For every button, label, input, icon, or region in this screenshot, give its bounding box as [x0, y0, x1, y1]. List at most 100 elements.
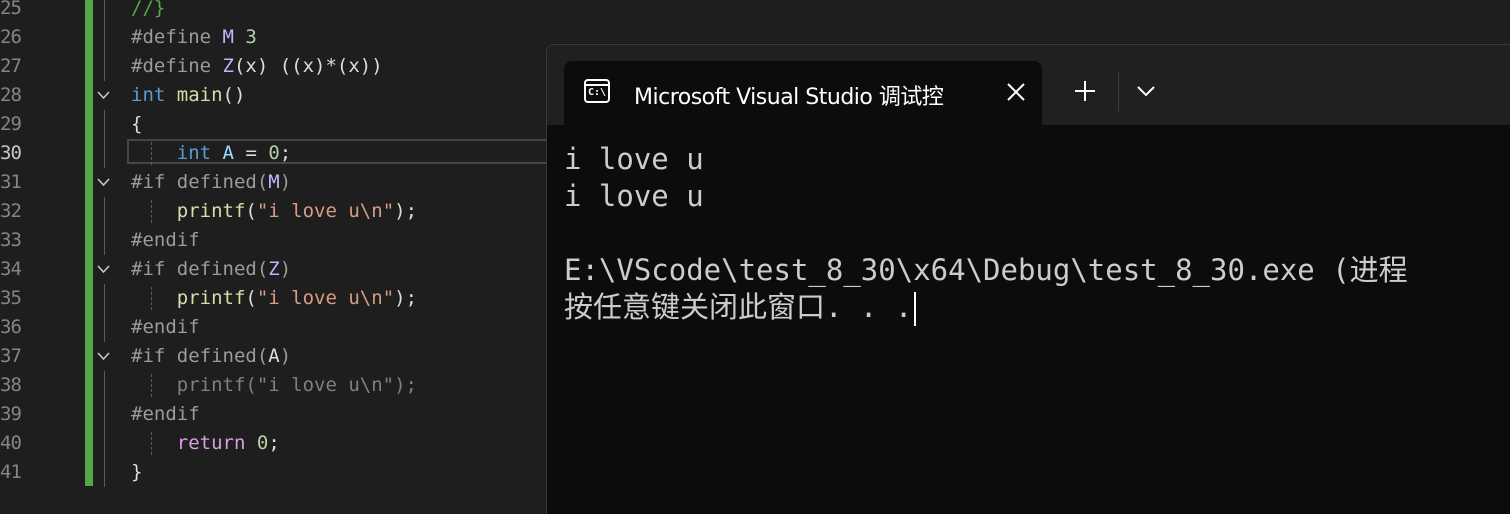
line-number: 40	[0, 432, 22, 454]
code-token: 0	[256, 432, 269, 454]
code-line[interactable]: 35 printf("i love u\n");	[0, 284, 560, 313]
close-icon[interactable]	[1005, 81, 1027, 103]
code-token: );	[394, 200, 418, 222]
line-number: 41	[0, 461, 22, 483]
tab-separator	[1118, 71, 1119, 111]
code-token: #if defined(	[131, 258, 269, 280]
chevron-down-icon[interactable]	[97, 176, 110, 189]
code-token: #endif	[131, 229, 200, 251]
terminal-window[interactable]: C:\ Microsoft Visual Studio 调试控 i love u…	[546, 44, 1510, 514]
plus-icon[interactable]	[1073, 79, 1097, 103]
code-token: //}	[131, 0, 166, 19]
terminal-tab[interactable]: C:\ Microsoft Visual Studio 调试控	[564, 61, 1042, 125]
terminal-output-line	[564, 215, 1408, 252]
line-number: 27	[0, 55, 22, 77]
line-number: 28	[0, 84, 22, 106]
code-line[interactable]: 32 printf("i love u\n");	[0, 197, 560, 226]
chevron-down-icon[interactable]	[97, 89, 110, 102]
terminal-output-line: 按任意键关闭此窗口. . .	[564, 289, 1408, 326]
code-token: "i love u\n"	[256, 287, 395, 309]
line-number: 36	[0, 316, 22, 338]
chevron-down-icon[interactable]	[97, 350, 110, 363]
code-token: int	[176, 142, 212, 164]
code-token: main	[176, 84, 223, 106]
code-token: #define	[131, 26, 223, 48]
terminal-tab-bar: C:\ Microsoft Visual Studio 调试控	[547, 45, 1510, 125]
code-line[interactable]: 31 #if defined(M)	[0, 168, 560, 197]
terminal-output[interactable]: i love ui love u E:\VScode\test_8_30\x64…	[564, 141, 1408, 326]
code-text[interactable]: return 0;	[131, 429, 280, 458]
code-text[interactable]: int A = 0;	[131, 139, 291, 168]
code-text[interactable]: #define Z(x) ((x)*(x))	[131, 52, 383, 81]
code-line[interactable]: 40 return 0;	[0, 429, 560, 458]
code-text[interactable]: #endif	[131, 400, 200, 429]
code-token: ;	[268, 432, 280, 454]
code-text[interactable]: printf("i love u\n");	[131, 197, 417, 226]
code-line[interactable]: 33 #endif	[0, 226, 560, 255]
code-token: =	[234, 142, 269, 164]
code-token: "i love u\n"	[256, 200, 395, 222]
fold-guide	[104, 52, 105, 81]
fold-guide	[104, 0, 105, 23]
code-text[interactable]: //}	[131, 0, 165, 23]
line-number: 39	[0, 403, 22, 425]
code-line[interactable]: 37 #if defined(A)	[0, 342, 560, 371]
fold-guide	[104, 23, 105, 52]
line-number: 37	[0, 345, 22, 367]
code-line[interactable]: 29 {	[0, 110, 560, 139]
indent-guide	[151, 374, 152, 397]
code-token: Z	[268, 258, 280, 280]
code-token: }	[131, 461, 143, 483]
code-text[interactable]: #if defined(A)	[131, 342, 291, 371]
line-number: 30	[0, 142, 22, 164]
code-text[interactable]: #endif	[131, 226, 200, 255]
line-number: 38	[0, 374, 22, 396]
fold-guide	[104, 371, 105, 400]
fold-guide	[104, 400, 105, 429]
code-text[interactable]: printf("i love u\n");	[131, 371, 417, 400]
line-number: 26	[0, 26, 22, 48]
code-token: A	[222, 142, 234, 164]
code-line[interactable]: 39 #endif	[0, 400, 560, 429]
code-line[interactable]: 25 //}	[0, 0, 560, 23]
code-text[interactable]: }	[131, 458, 142, 487]
code-line[interactable]: 26 #define M 3	[0, 23, 560, 52]
line-number: 34	[0, 258, 22, 280]
code-text[interactable]: int main()	[131, 81, 245, 110]
code-text[interactable]: #if defined(Z)	[131, 255, 291, 284]
code-token: (	[245, 287, 257, 309]
code-text[interactable]: #if defined(M)	[131, 168, 291, 197]
terminal-tab-title: Microsoft Visual Studio 调试控	[634, 85, 944, 110]
code-line[interactable]: 34 #if defined(Z)	[0, 255, 560, 284]
chevron-down-icon[interactable]	[1135, 83, 1157, 99]
code-line[interactable]: 30 int A = 0;	[0, 139, 560, 168]
code-line[interactable]: 28 int main()	[0, 81, 560, 110]
fold-guide	[104, 284, 105, 313]
fold-guide	[104, 110, 105, 139]
code-token: #define	[131, 55, 223, 77]
code-line[interactable]: 27 #define Z(x) ((x)*(x))	[0, 52, 560, 81]
code-token: M	[222, 26, 234, 48]
terminal-output-text: i love u	[564, 179, 704, 213]
code-text[interactable]: printf("i love u\n");	[131, 284, 417, 313]
chevron-down-icon[interactable]	[97, 263, 110, 276]
code-line[interactable]: 36 #endif	[0, 313, 560, 342]
code-line[interactable]: 38 printf("i love u\n");	[0, 371, 560, 400]
code-line[interactable]: 41}	[0, 458, 560, 487]
fold-guide	[104, 458, 105, 487]
code-text[interactable]: #define M 3	[131, 23, 257, 52]
console-icon-text: C:\	[588, 87, 607, 98]
code-token: );	[394, 287, 418, 309]
line-number: 35	[0, 287, 22, 309]
indent-guide	[151, 200, 152, 223]
code-token: )	[279, 171, 292, 193]
terminal-output-line: E:\VScode\test_8_30\x64\Debug\test_8_30.…	[564, 252, 1408, 289]
code-text[interactable]: {	[131, 110, 142, 139]
terminal-output-text	[564, 216, 581, 250]
code-text[interactable]: #endif	[131, 313, 200, 342]
